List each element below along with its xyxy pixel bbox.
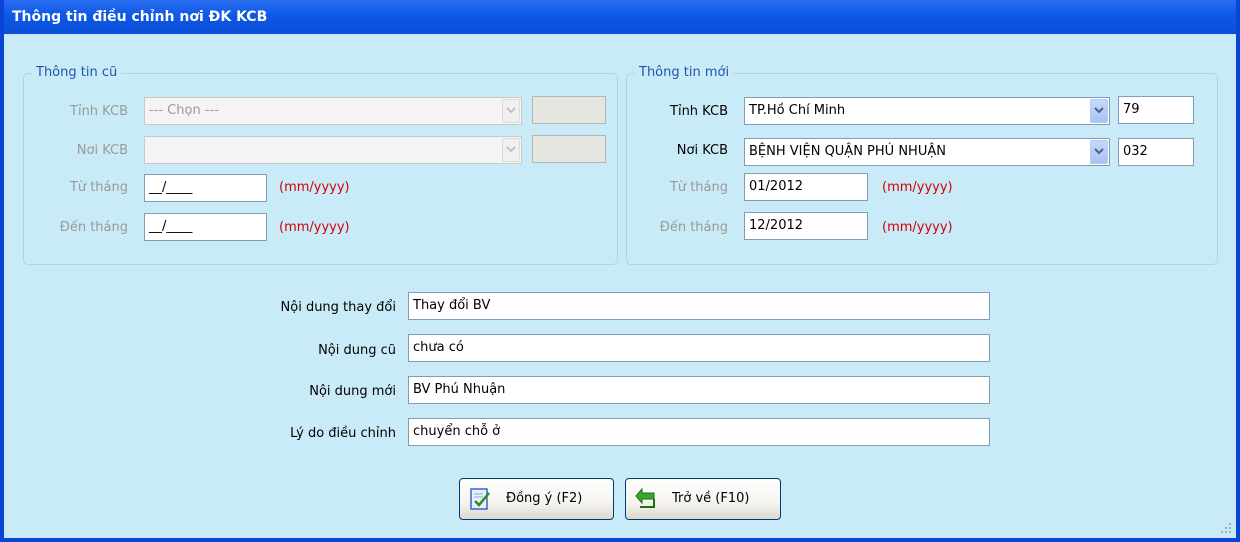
old-province-label: Tỉnh KCB [70,104,128,119]
new-to-month-input[interactable]: 12/2012 [744,212,868,240]
title-bar[interactable]: Thông tin điều chỉnh nơi ĐK KCB [4,0,1236,34]
old-from-label: Từ tháng [69,180,128,195]
old-to-month-input[interactable]: __/____ [144,213,267,241]
back-button[interactable]: Trở về (F10) [625,478,781,520]
chevron-down-icon[interactable] [502,138,520,162]
old-from-month-input[interactable]: __/____ [144,174,267,202]
resize-grip-icon[interactable] [1220,522,1232,534]
new-from-hint: (mm/yyyy) [882,180,953,195]
new-info-legend: Thông tin mới [635,65,734,81]
new-province-label: Tỉnh KCB [670,104,728,119]
return-arrow-icon [634,487,658,511]
old-content-label: Nội dung cũ [318,343,396,358]
new-place-select[interactable]: BỆNH VIỆN QUẬN PHÚ NHUẬN [744,138,1110,166]
new-content-label: Nội dung mới [309,384,396,399]
old-province-value: --- Chọn --- [149,103,219,118]
ok-button[interactable]: Đồng ý (F2) [459,478,614,520]
reason-input[interactable]: chuyển chỗ ở [408,418,990,446]
old-place-label: Nơi KCB [76,143,128,158]
new-from-label: Từ tháng [669,180,728,195]
new-province-select[interactable]: TP.Hồ Chí Minh [744,97,1110,125]
old-to-hint: (mm/yyyy) [279,220,350,235]
chevron-down-icon[interactable] [1090,99,1108,123]
new-place-label: Nơi KCB [676,143,728,158]
change-content-input[interactable]: Thay đổi BV [408,292,990,320]
dialog-window: Thông tin điều chỉnh nơi ĐK KCB Thông ti… [0,0,1240,542]
new-place-value: BỆNH VIỆN QUẬN PHÚ NHUẬN [749,144,946,159]
chevron-down-icon[interactable] [502,99,520,123]
new-to-label: Đến tháng [659,220,728,235]
change-content-label: Nội dung thay đổi [280,300,396,315]
window-title: Thông tin điều chỉnh nơi ĐK KCB [12,9,268,25]
check-document-icon [468,487,492,511]
old-province-select[interactable]: --- Chọn --- [144,97,522,125]
title-separator [4,34,1236,42]
old-place-code [532,135,606,163]
old-province-code [532,96,606,124]
old-content-input[interactable]: chưa có [408,334,990,362]
old-to-label: Đến tháng [59,220,128,235]
chevron-down-icon[interactable] [1090,140,1108,164]
new-content-input[interactable]: BV Phú Nhuận [408,376,990,404]
new-from-month-input[interactable]: 01/2012 [744,173,868,201]
back-button-label: Trở về (F10) [672,491,750,506]
new-to-hint: (mm/yyyy) [882,220,953,235]
new-province-code[interactable]: 79 [1118,96,1194,124]
ok-button-label: Đồng ý (F2) [506,491,583,506]
old-info-legend: Thông tin cũ [32,65,122,81]
old-from-hint: (mm/yyyy) [279,180,350,195]
old-place-select[interactable] [144,136,522,164]
reason-label: Lý do điều chỉnh [290,426,396,441]
new-place-code[interactable]: 032 [1118,138,1194,166]
new-province-value: TP.Hồ Chí Minh [749,103,846,118]
